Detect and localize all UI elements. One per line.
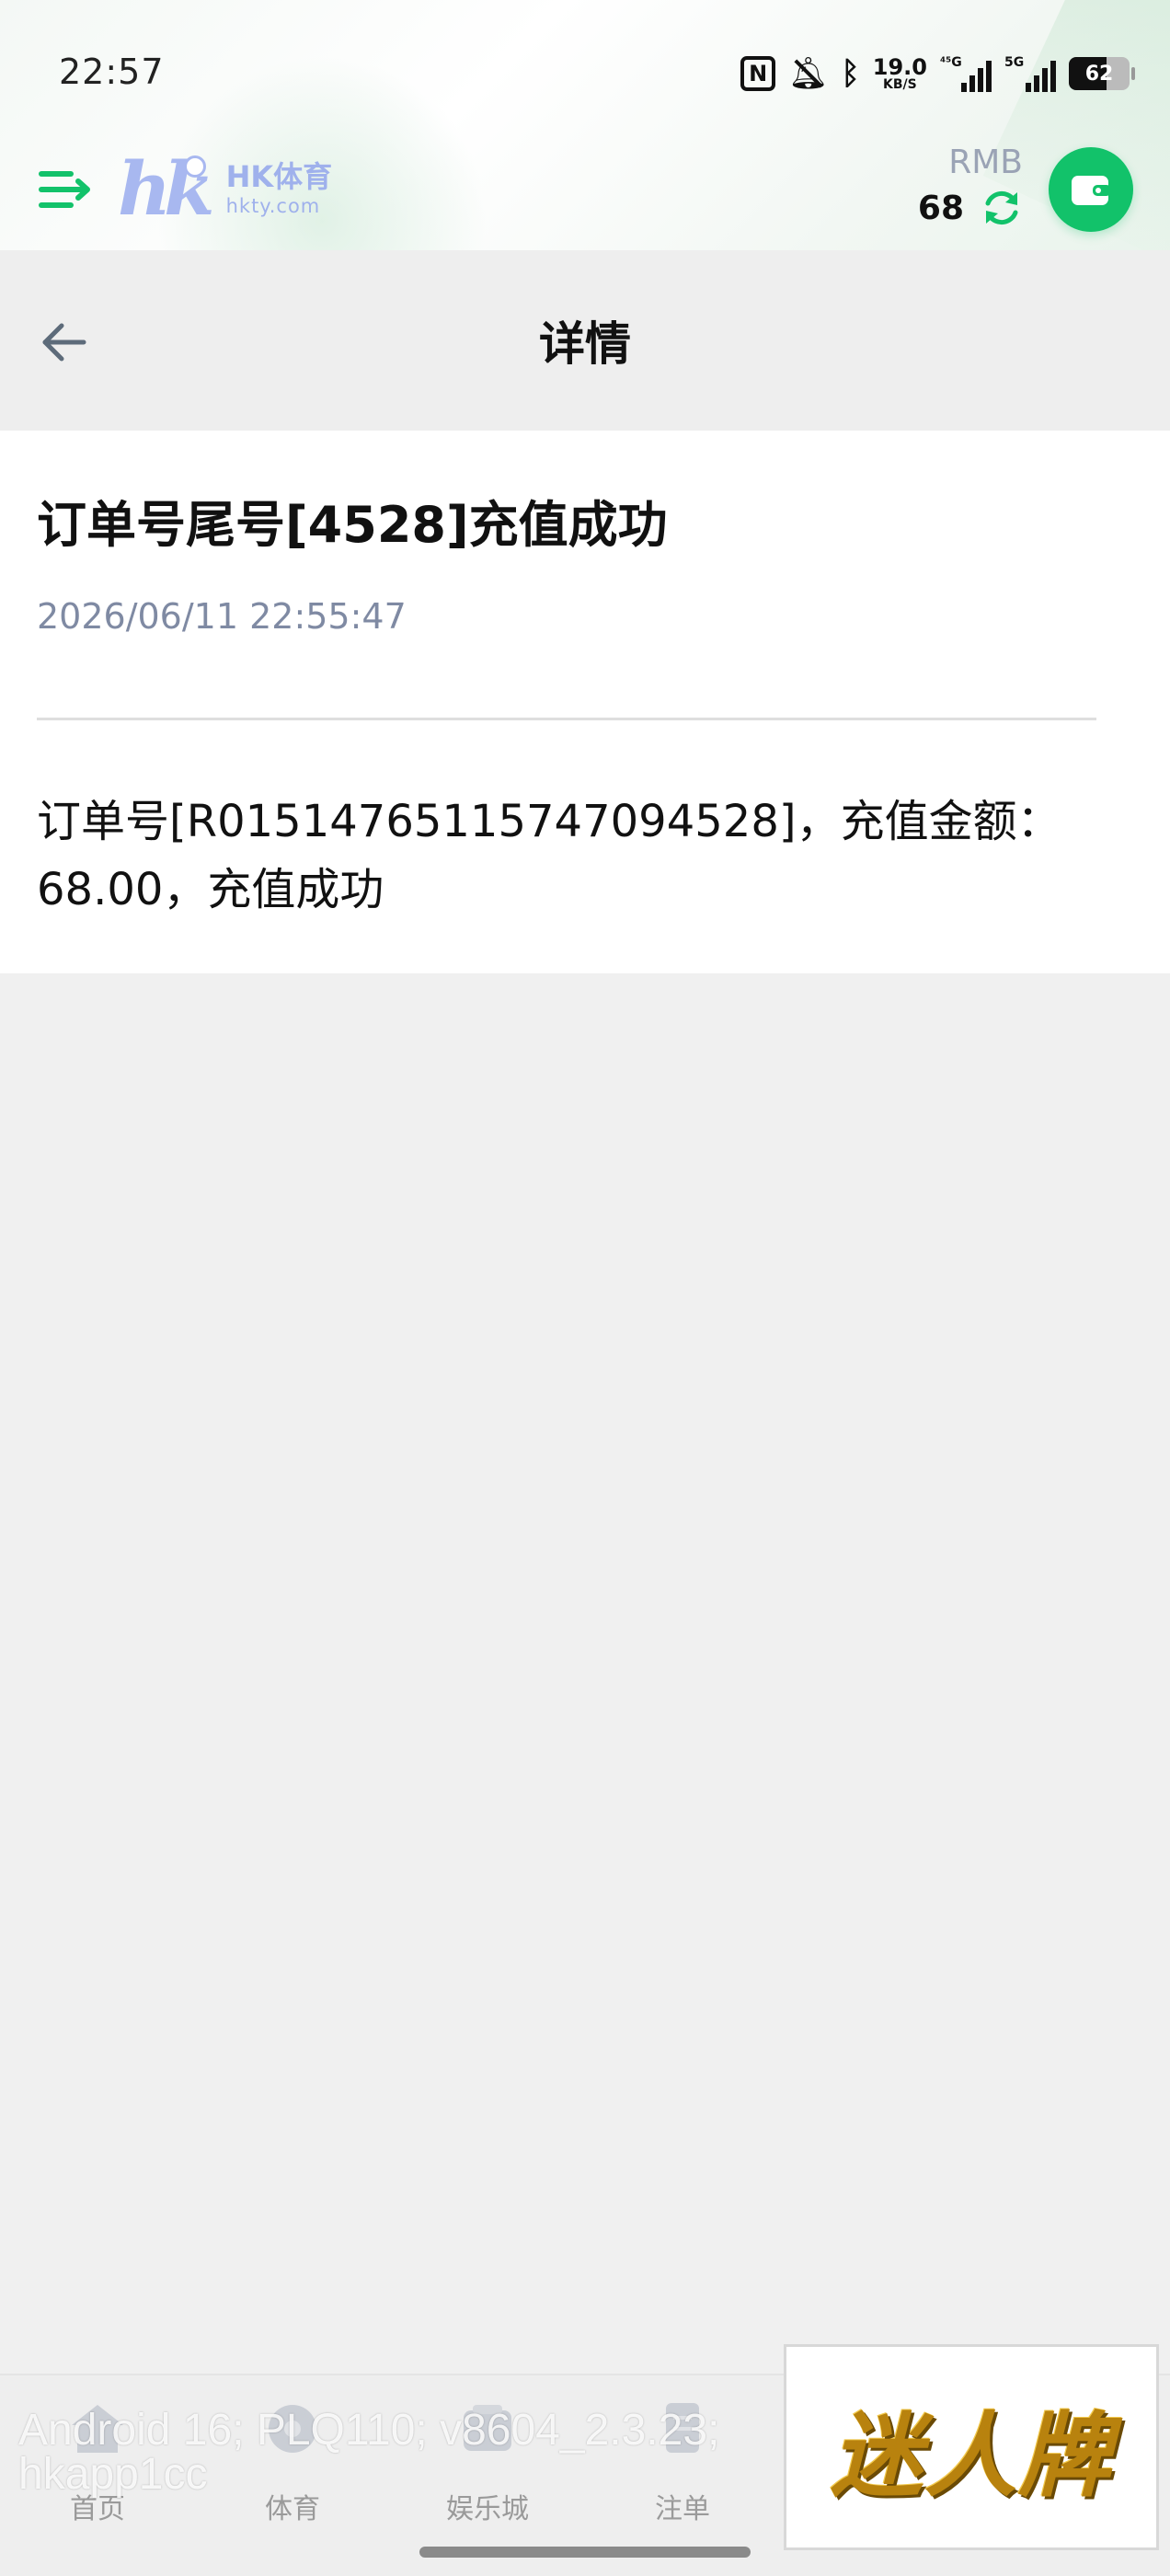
- balance-display: RMB 68: [918, 144, 1023, 229]
- message-detail-card: 订单号尾号[4528]充值成功 2026/06/11 22:55:47 订单号[…: [0, 431, 1170, 973]
- signal-sim1-icon: ⁴⁵G: [940, 55, 992, 92]
- navigation-bar: 详情: [0, 250, 1170, 431]
- divider: [37, 718, 1096, 720]
- app-logo: hk HK体育 hkty.com: [118, 151, 332, 226]
- status-time: 22:57: [59, 52, 165, 92]
- mute-bell-icon: 🔔︎: [788, 55, 829, 92]
- page-title: 详情: [539, 317, 631, 371]
- home-indicator[interactable]: [419, 2547, 751, 2558]
- network-speed: 19.0 KB/S: [873, 56, 927, 91]
- logo-mark: hk: [118, 145, 215, 232]
- wallet-icon: [1072, 176, 1111, 205]
- refresh-icon[interactable]: [981, 187, 1023, 229]
- menu-icon: [39, 171, 90, 208]
- menu-button[interactable]: [37, 162, 94, 217]
- nfc-icon: N: [740, 56, 776, 91]
- sim1-tag: ⁴⁵G: [940, 55, 962, 70]
- debug-version-overlay: Android 16; PLQ110; v8604_2.3.23; hkapp1…: [18, 2406, 720, 2499]
- message-timestamp: 2026/06/11 22:55:47: [37, 596, 407, 637]
- app-header: 22:57 N 🔔︎ ᛒ 19.0 KB/S ⁴⁵G 5G 62 hk HK体育…: [0, 0, 1170, 250]
- logo-domain: hkty.com: [225, 194, 321, 217]
- message-title: 订单号尾号[4528]充值成功: [37, 496, 668, 554]
- balance-amount: 68: [917, 189, 964, 227]
- network-speed-value: 19.0: [872, 54, 927, 80]
- message-body: 订单号[R01514765115747094528]，充值金额：68.00，充值…: [37, 796, 1061, 915]
- network-speed-unit: KB/S: [883, 77, 917, 92]
- wallet-button[interactable]: [1049, 147, 1133, 232]
- currency-label: RMB: [948, 144, 1023, 181]
- logo-name: HK体育: [225, 158, 333, 194]
- battery-level: 62: [1084, 62, 1114, 86]
- status-icons: N 🔔︎ ᛒ 19.0 KB/S ⁴⁵G 5G 62: [740, 53, 1135, 94]
- bluetooth-icon: ᛒ: [841, 55, 860, 92]
- sim2-tag: 5G: [1004, 55, 1025, 70]
- floating-ad-banner[interactable]: 迷人牌: [784, 2344, 1159, 2550]
- signal-sim2-icon: 5G: [1004, 55, 1056, 92]
- battery-icon: 62: [1069, 57, 1135, 90]
- ad-logo-text: 迷人牌: [831, 2400, 1112, 2510]
- ball-icon: [184, 155, 206, 178]
